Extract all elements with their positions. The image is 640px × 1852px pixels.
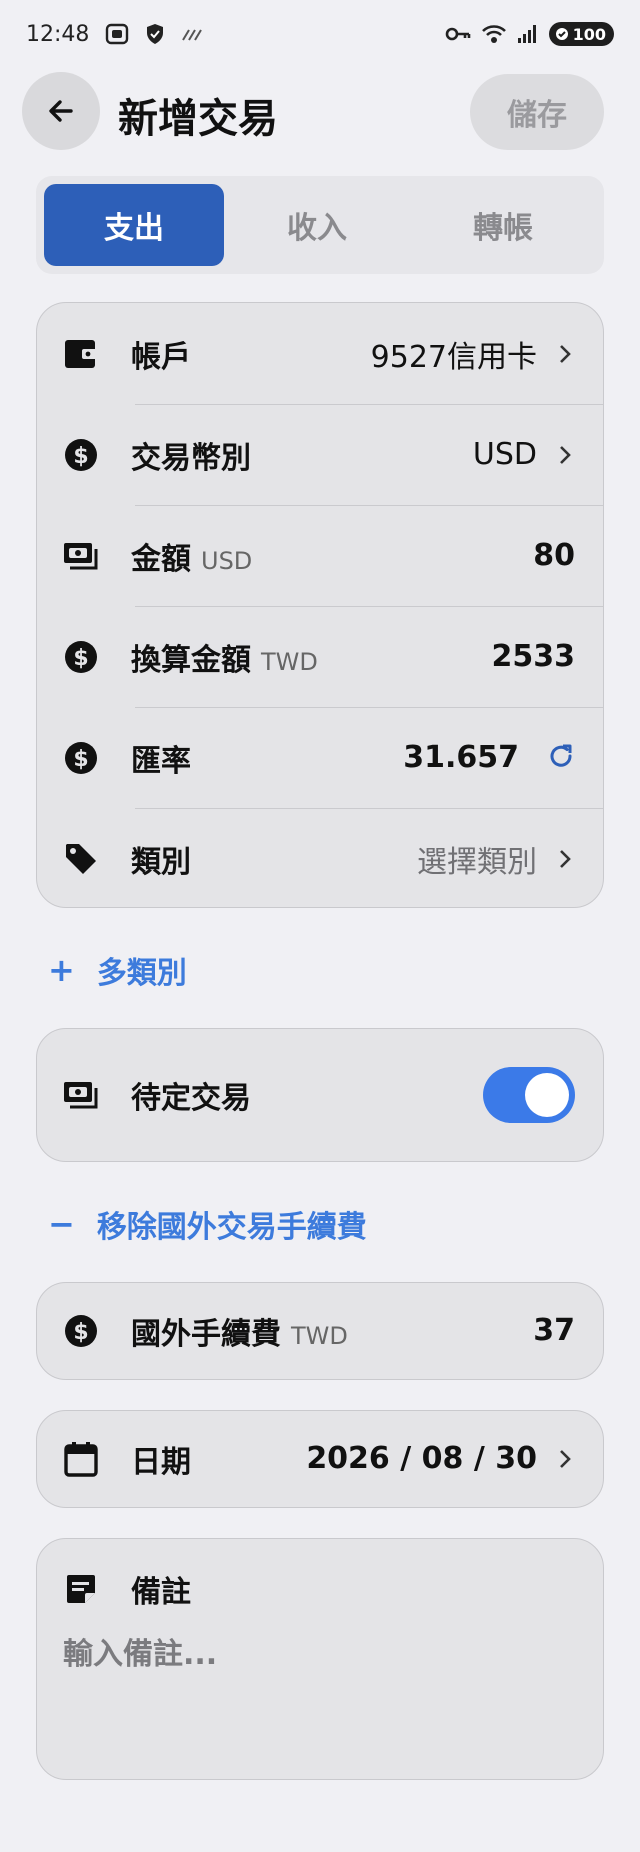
status-bar: 12:48 100 <box>0 0 640 68</box>
memo-label: 備註 <box>131 1575 191 1610</box>
amount-label: 金額 USD <box>131 534 252 578</box>
transaction-type-tabs: 支出 收入 轉帳 <box>36 176 604 274</box>
chevron-right-icon <box>559 1449 575 1469</box>
shield-icon <box>145 23 165 45</box>
dollar-circle-icon: $ <box>63 437 99 473</box>
amount-value[interactable]: 80 <box>533 538 575 573</box>
currency-value: USD <box>472 437 537 472</box>
transaction-details-card: 帳戶 9527信用卡 $ 交易幣別 USD 金額 USD 80 $ 換算金額 TWD… <box>36 302 604 908</box>
memo-card: 備註 <box>36 1538 604 1780</box>
status-time: 12:48 <box>26 21 90 47</box>
fee-label-text: 國外手續費 <box>131 1316 281 1352</box>
rate-label: 匯率 <box>131 743 191 779</box>
date-label: 日期 <box>131 1444 191 1480</box>
memo-input[interactable] <box>63 1637 563 1672</box>
currency-label: 交易幣別 <box>131 440 251 476</box>
converted-value[interactable]: 2533 <box>492 639 576 674</box>
chevron-right-icon <box>559 849 575 869</box>
amount-label-text: 金額 <box>131 541 191 577</box>
date-row[interactable]: 日期 2026 / 08 / 30 <box>37 1411 603 1506</box>
category-value: 選擇類別 <box>417 844 537 880</box>
tab-expense[interactable]: 支出 <box>44 184 224 266</box>
account-value: 9527信用卡 <box>370 339 537 375</box>
page-title: 新增交易 <box>118 96 278 142</box>
save-button[interactable]: 儲存 <box>470 74 604 150</box>
tag-icon <box>63 841 99 877</box>
svg-text:$: $ <box>73 646 88 671</box>
exchange-rate-row[interactable]: $ 匯率 31.657 <box>37 707 603 808</box>
pending-toggle[interactable] <box>483 1066 575 1123</box>
dollar-circle-icon: $ <box>63 740 99 776</box>
account-row[interactable]: 帳戶 9527信用卡 <box>37 303 603 404</box>
svg-text:$: $ <box>73 444 88 469</box>
fee-unit: TWD <box>291 1321 348 1350</box>
arrow-left-icon <box>49 100 73 122</box>
dollar-circle-icon: $ <box>63 1313 99 1349</box>
converted-label-text: 換算金額 <box>131 642 251 678</box>
toggle-knob <box>525 1072 569 1117</box>
remove-fee-label: 移除國外交易手續費 <box>96 1210 367 1245</box>
app-header: 新增交易 儲存 <box>0 72 640 152</box>
cell-signal-icon <box>517 24 539 44</box>
account-label: 帳戶 <box>131 339 191 375</box>
battery-icon <box>555 28 568 40</box>
wallet-icon <box>63 336 99 372</box>
remove-fee-link[interactable]: − 移除國外交易手續費 <box>48 1202 367 1246</box>
screenshot-icon <box>105 23 129 45</box>
category-label: 類別 <box>131 844 191 880</box>
tab-transfer[interactable]: 轉帳 <box>410 184 596 266</box>
date-card: 日期 2026 / 08 / 30 <box>36 1410 604 1508</box>
back-button[interactable] <box>22 72 100 150</box>
converted-label: 換算金額 TWD <box>131 635 318 679</box>
dollar-circle-icon: $ <box>63 639 99 675</box>
wifi-icon <box>481 23 507 45</box>
plus-icon: + <box>48 951 75 989</box>
minus-icon: − <box>48 1205 75 1243</box>
converted-unit: TWD <box>261 647 318 676</box>
fee-value[interactable]: 37 <box>533 1313 575 1348</box>
cash-icon <box>63 1077 99 1113</box>
battery-indicator: 100 <box>548 22 614 46</box>
pending-label: 待定交易 <box>131 1080 251 1116</box>
calendar-icon <box>63 1441 99 1477</box>
pending-card: 待定交易 <box>36 1028 604 1162</box>
chevron-right-icon <box>559 445 575 465</box>
amount-row[interactable]: 金額 USD 80 <box>37 505 603 606</box>
multi-category-label: 多類別 <box>96 956 187 991</box>
refresh-icon[interactable] <box>547 742 575 774</box>
converted-amount-row[interactable]: $ 換算金額 TWD 2533 <box>37 606 603 707</box>
note-icon <box>63 1571 99 1607</box>
category-row[interactable]: 類別 選擇類別 <box>37 808 603 909</box>
amount-unit: USD <box>201 546 253 575</box>
multi-category-link[interactable]: + 多類別 <box>48 948 187 992</box>
date-value: 2026 / 08 / 30 <box>306 1441 537 1476</box>
signal-slash-icon <box>181 26 203 42</box>
key-icon <box>445 26 471 42</box>
tab-income[interactable]: 收入 <box>224 184 410 266</box>
cash-icon <box>63 538 99 574</box>
battery-level: 100 <box>572 24 606 44</box>
foreign-fee-card: $ 國外手續費 TWD 37 <box>36 1282 604 1380</box>
chevron-right-icon <box>559 344 575 364</box>
foreign-fee-row[interactable]: $ 國外手續費 TWD 37 <box>37 1283 603 1378</box>
pending-row: 待定交易 <box>37 1029 603 1160</box>
svg-text:$: $ <box>73 747 88 772</box>
memo-header: 備註 <box>37 1539 603 1611</box>
fee-label: 國外手續費 TWD <box>131 1309 348 1353</box>
rate-value[interactable]: 31.657 <box>403 740 519 775</box>
currency-row[interactable]: $ 交易幣別 USD <box>37 404 603 505</box>
svg-text:$: $ <box>73 1320 88 1345</box>
